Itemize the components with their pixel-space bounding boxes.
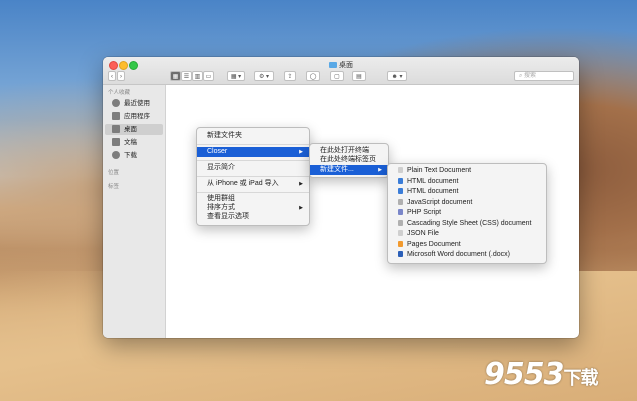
menu-item-javascript[interactable]: JavaScript document: [388, 198, 546, 208]
sidebar-item-desktop[interactable]: 桌面: [105, 124, 163, 135]
menu-item-php[interactable]: PHP Script: [388, 208, 546, 218]
forward-button[interactable]: ›: [117, 71, 125, 81]
download-icon: [112, 150, 120, 159]
menu-item-import[interactable]: 从 iPhone 或 iPad 导入 ▶: [197, 179, 309, 189]
closer-submenu: 在此处打开终端 在此处终端标签页 新建文件... ▶: [309, 143, 389, 178]
menu-item-label: HTML document: [407, 188, 459, 195]
sidebar-item-label: 最近使用: [124, 100, 150, 107]
submenu-arrow-icon: ▶: [378, 167, 382, 173]
window-title-text: 桌面: [339, 62, 353, 69]
menu-separator: [197, 176, 309, 177]
sidebar-item-recents[interactable]: 最近使用: [105, 98, 163, 109]
folder-icon: [329, 62, 337, 68]
sidebar-item-label: 桌面: [124, 126, 137, 133]
menu-item-label: Pages Document: [407, 241, 461, 248]
menu-item-new-folder[interactable]: 新建文件夹: [197, 131, 309, 141]
search-placeholder: 搜索: [524, 73, 537, 79]
action-gear-button[interactable]: ⚙ ▾: [254, 71, 274, 81]
column-view-button[interactable]: ▥: [192, 71, 203, 81]
menu-item-get-info[interactable]: 显示简介: [197, 163, 309, 173]
sidebar-item-label: 下载: [124, 152, 137, 159]
menu-item-label: HTML document: [407, 178, 459, 185]
documents-icon: [112, 137, 120, 146]
user-menu-button[interactable]: ☻ ▾: [387, 71, 407, 81]
menu-item-label: 排序方式: [207, 204, 235, 211]
menu-separator: [197, 160, 309, 161]
site-watermark: 9553下载: [484, 357, 599, 392]
list-view-button[interactable]: ☰: [181, 71, 192, 81]
word-file-icon: [398, 251, 403, 257]
menu-item-css[interactable]: Cascading Style Sheet (CSS) document: [388, 219, 546, 229]
sidebar: 个人收藏 最近使用 应用程序 桌面 文稿 下载 位置 标签: [103, 85, 166, 338]
menu-item-label: JSON File: [407, 230, 439, 237]
menu-item-html[interactable]: HTML document: [388, 187, 546, 197]
share-button[interactable]: ⇪: [284, 71, 296, 81]
sidebar-item-downloads[interactable]: 下载: [105, 150, 163, 161]
menu-item-html[interactable]: HTML document: [388, 177, 546, 187]
submenu-arrow-icon: ▶: [299, 181, 303, 187]
menu-item-label: Closer: [207, 148, 228, 155]
search-field[interactable]: ⌕ 搜索: [514, 71, 574, 81]
back-button[interactable]: ‹: [108, 71, 116, 81]
sidebar-item-documents[interactable]: 文稿: [105, 137, 163, 148]
sidebar-item-label: 文稿: [124, 139, 137, 146]
watermark-number: 9553: [484, 357, 564, 392]
applications-icon: [112, 111, 120, 120]
menu-separator: [197, 144, 309, 145]
menu-item-view-options[interactable]: 查看显示选项: [197, 212, 309, 222]
php-file-icon: [398, 209, 403, 215]
clock-icon: [112, 98, 120, 107]
new-file-submenu: Plain Text Document HTML document HTML d…: [387, 163, 547, 264]
menu-separator: [197, 192, 309, 193]
tags-header: 标签: [108, 184, 120, 190]
new-folder-button[interactable]: ▢: [330, 71, 344, 81]
context-menu: 新建文件夹 Closer ▶ 显示简介 从 iPhone 或 iPad 导入 ▶ 使…: [196, 127, 310, 226]
icon-view-button[interactable]: ▦: [170, 71, 181, 81]
menu-item-closer[interactable]: Closer ▶: [197, 147, 309, 157]
menu-item-new-file[interactable]: 新建文件... ▶: [310, 165, 388, 175]
desktop-icon: [112, 124, 120, 133]
json-file-icon: [398, 230, 403, 236]
menu-item-label: 从 iPhone 或 iPad 导入: [207, 180, 279, 187]
text-file-icon: [398, 167, 403, 173]
menu-item-open-terminal-tab[interactable]: 在此处终端标签页: [310, 155, 388, 165]
menu-item-label: 新建文件...: [320, 166, 354, 173]
group-button[interactable]: ▦ ▾: [227, 71, 245, 81]
html-file-icon: [398, 188, 403, 194]
css-file-icon: [398, 220, 403, 226]
pages-file-icon: [398, 241, 403, 247]
tags-button[interactable]: ◯: [306, 71, 320, 81]
menu-item-json[interactable]: JSON File: [388, 229, 546, 239]
favorites-header: 个人收藏: [108, 90, 131, 96]
submenu-arrow-icon: ▶: [299, 149, 303, 155]
js-file-icon: [398, 199, 403, 205]
sidebar-item-label: 应用程序: [124, 113, 150, 120]
menu-item-word[interactable]: Microsoft Word document (.docx): [388, 250, 546, 260]
menu-item-label: Microsoft Word document (.docx): [407, 251, 510, 258]
gallery-view-button[interactable]: ▭: [203, 71, 214, 81]
locations-header: 位置: [108, 170, 120, 176]
menu-item-label: PHP Script: [407, 209, 442, 216]
menu-item-label: Plain Text Document: [407, 167, 472, 174]
window-title: 桌面: [103, 60, 579, 70]
watermark-suffix: 下载: [563, 368, 599, 389]
title-bar[interactable]: 桌面 ‹ › ▦ ☰ ▥ ▭ ▦ ▾ ⚙ ▾ ⇪ ◯ ▢ ▤ ☻ ▾ ⌕ 搜索: [103, 57, 579, 85]
menu-item-label: JavaScript document: [407, 199, 473, 206]
trash-button[interactable]: ▤: [352, 71, 366, 81]
sidebar-item-applications[interactable]: 应用程序: [105, 111, 163, 122]
html-file-icon: [398, 178, 403, 184]
menu-item-pages[interactable]: Pages Document: [388, 240, 546, 250]
menu-item-label: Cascading Style Sheet (CSS) document: [407, 220, 532, 227]
menu-item-plain-text[interactable]: Plain Text Document: [388, 166, 546, 176]
